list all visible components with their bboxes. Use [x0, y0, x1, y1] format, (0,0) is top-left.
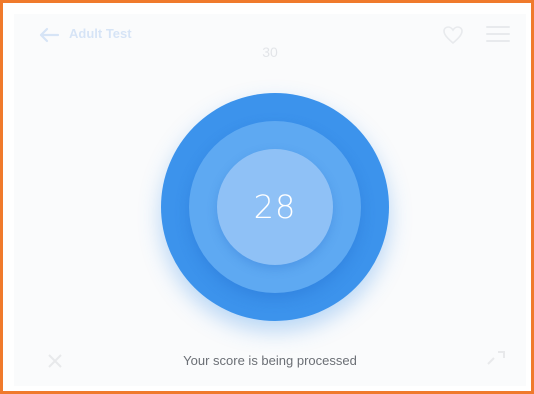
- app-title: Adult Test: [69, 26, 132, 41]
- score-status-text: Your score is being processed: [183, 353, 357, 368]
- close-icon: [48, 354, 62, 368]
- score-value: 28: [253, 188, 297, 226]
- question-counter: 30: [262, 44, 278, 60]
- score-ring-inner: 28: [217, 149, 333, 265]
- heart-icon[interactable]: [442, 25, 464, 45]
- back-arrow-icon[interactable]: [38, 27, 60, 43]
- hamburger-menu-icon[interactable]: [486, 26, 510, 44]
- expand-icon: [487, 351, 505, 365]
- screenshot-frame: Adult Test 30 28 Your score is being pro…: [0, 0, 534, 394]
- app-screen: Adult Test 30 28 Your score is being pro…: [14, 14, 526, 386]
